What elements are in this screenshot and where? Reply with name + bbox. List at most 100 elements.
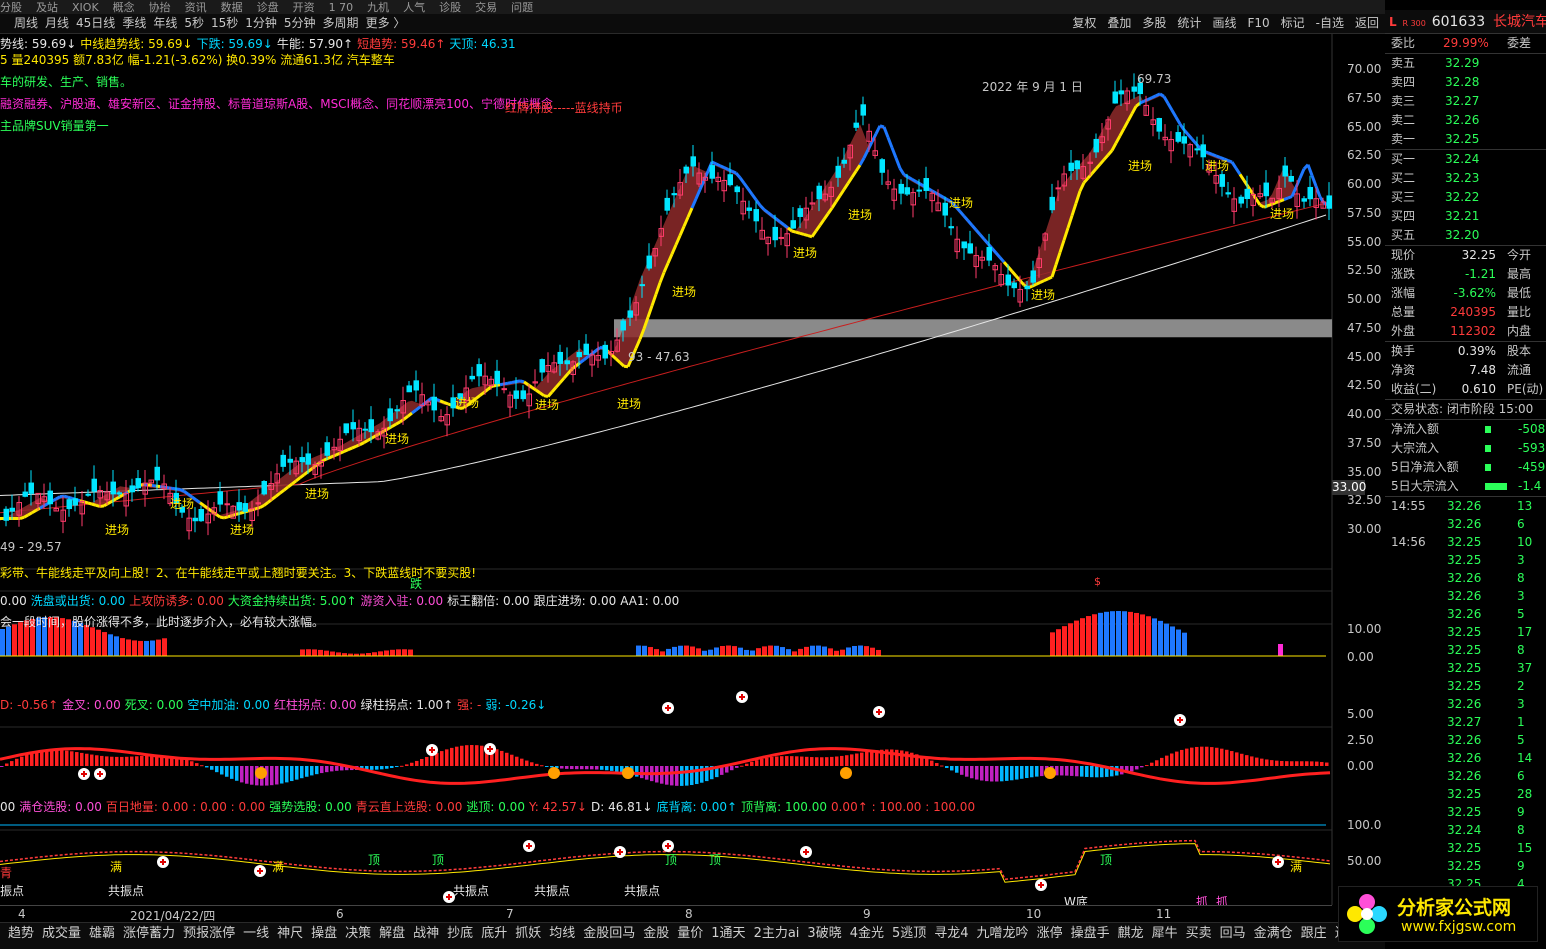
top-menu-item[interactable]: 及站 — [36, 1, 58, 14]
period-tab[interactable]: 年线 — [153, 14, 177, 33]
formula-tab[interactable]: 4金光 — [850, 923, 884, 945]
top-menu-item[interactable]: 协抬 — [149, 1, 171, 14]
formula-tab[interactable]: 涨停蓄力 — [123, 923, 175, 945]
period-tab[interactable]: 季线 — [122, 14, 146, 33]
tool-button[interactable]: 多股 — [1142, 14, 1166, 33]
formula-tab[interactable]: 回马 — [1220, 923, 1246, 945]
price-axis-label: 45.00 — [1347, 349, 1382, 364]
candle-body — [790, 220, 796, 229]
date-axis-label: 6 — [336, 907, 344, 921]
formula-tab[interactable]: 神尺 — [277, 923, 303, 945]
period-tab[interactable]: 5秒 — [184, 14, 204, 33]
macd-bar — [505, 752, 509, 766]
candle-body — [406, 385, 412, 393]
tool-button[interactable]: 画线 — [1212, 14, 1236, 33]
formula-tab[interactable]: 寻龙4 — [934, 923, 968, 945]
top-menu-item[interactable]: 数据 — [221, 1, 243, 14]
period-tab[interactable]: 更多 〉 — [366, 14, 406, 33]
tool-button[interactable]: -自选 — [1316, 14, 1344, 33]
watermark-url: www.fxjgsw.com — [1401, 919, 1517, 935]
formula-tab[interactable]: 一线 — [243, 923, 269, 945]
volume-signal-bar — [1110, 611, 1115, 656]
period-tab[interactable]: 5分钟 — [284, 14, 316, 33]
trend-line-segment — [519, 379, 525, 384]
formula-tab[interactable]: 2主力ai — [754, 923, 800, 945]
volume-signal-bar — [1050, 632, 1055, 656]
formula-tab[interactable]: 1通天 — [711, 923, 745, 945]
top-menu-item[interactable]: 问题 — [511, 1, 533, 14]
trend-line-segment — [335, 451, 341, 457]
tool-button[interactable]: 标记 — [1281, 14, 1305, 33]
top-menu-item[interactable]: 人气 — [403, 1, 425, 14]
top-menu-item[interactable]: 诊股 — [439, 1, 461, 14]
formula-tab[interactable]: 犀牛 — [1152, 923, 1178, 945]
top-menu-item[interactable]: 资讯 — [185, 1, 207, 14]
formula-tab[interactable]: 涨停 — [1037, 923, 1063, 945]
formula-tab[interactable]: 九噌龙吟 — [977, 923, 1029, 945]
formula-tab[interactable]: 解盘 — [379, 923, 405, 945]
top-menu-item[interactable]: 分股 — [0, 1, 22, 14]
hold-tip: 红牌持股-----蓝线持币 — [505, 101, 623, 115]
macd-bar — [1035, 766, 1039, 777]
tool-button[interactable]: 叠加 — [1107, 14, 1131, 33]
top-menu-item[interactable]: 1 70 — [329, 1, 354, 14]
macd-bar — [1170, 753, 1174, 766]
formula-tab[interactable]: 买卖 — [1186, 923, 1212, 945]
candle-body — [135, 478, 141, 489]
period-tab[interactable]: 15秒 — [211, 14, 238, 33]
formula-tab[interactable]: 5逃顶 — [892, 923, 926, 945]
top-menu-item[interactable]: 交易 — [475, 1, 497, 14]
top-menu-item[interactable]: 开资 — [293, 1, 315, 14]
trend-line-segment — [87, 501, 93, 506]
formula-tab[interactable]: 操盘手 — [1071, 923, 1110, 945]
formula-tab[interactable]: 决策 — [345, 923, 371, 945]
quote2-label2: PE(动) — [1507, 382, 1544, 396]
tick-row: 32.25 15 — [1385, 839, 1546, 857]
price-axis-label: 30.00 — [1347, 522, 1382, 536]
macd-bar — [1150, 762, 1154, 766]
formula-tab[interactable]: 均线 — [549, 923, 575, 945]
top-menu-item[interactable]: 概念 — [113, 1, 135, 14]
formula-tab[interactable]: 雄霸 — [89, 923, 115, 945]
indicator-value: AA1: 0.00 — [620, 594, 680, 608]
period-tab[interactable]: 45日线 — [76, 14, 115, 33]
period-tab[interactable]: 月线 — [45, 14, 69, 33]
formula-tab[interactable]: 操盘 — [311, 923, 337, 945]
weibi-value: 29.99% — [1443, 36, 1489, 50]
period-tab[interactable]: 1分钟 — [245, 14, 277, 33]
formula-tab[interactable]: 金股回马 — [583, 923, 635, 945]
top-menu-item[interactable]: 九机 — [367, 1, 389, 14]
tool-button[interactable]: 返回 — [1355, 14, 1379, 33]
trend-line-segment — [1234, 167, 1242, 176]
formula-tab[interactable]: 量价 — [677, 923, 703, 945]
formula-tab[interactable]: 趋势 — [8, 923, 34, 945]
tool-button[interactable]: 复权 — [1072, 14, 1096, 33]
candle-body — [198, 509, 204, 522]
formula-tab[interactable]: 麒龙 — [1118, 923, 1144, 945]
period-tab[interactable]: 周线 — [14, 14, 38, 33]
formula-tab[interactable]: 金股 — [643, 923, 669, 945]
formula-tab[interactable]: 跟庄 — [1301, 923, 1327, 945]
tool-button[interactable]: F10 — [1247, 14, 1269, 33]
tick-price: 32.25 — [1447, 787, 1482, 801]
stock-name[interactable]: 长城汽车 — [1493, 14, 1546, 30]
formula-tab[interactable]: 战神 — [413, 923, 439, 945]
gongzhen-label-2: 共振点 — [453, 884, 490, 898]
trend-line-segment — [746, 187, 754, 196]
kline-chart[interactable]: 进场进场进场进场 进场 进场进场进场进场进场进场进场 进场进场进场进场 — [0, 34, 1385, 906]
formula-tab[interactable]: 抄底 — [447, 923, 473, 945]
candle-body — [1200, 144, 1206, 158]
top-menu-item[interactable]: XIOK — [72, 1, 99, 14]
formula-tab[interactable]: 3破晓 — [807, 923, 841, 945]
top-menu-item[interactable]: 诊盘 — [257, 1, 279, 14]
period-tab[interactable]: 多周期 — [323, 14, 359, 33]
tool-button[interactable]: 统计 — [1177, 14, 1201, 33]
tick-row: 32.25 28 — [1385, 785, 1546, 803]
formula-tab[interactable]: 预报涨停 — [183, 923, 235, 945]
candle-body — [1011, 282, 1017, 289]
weibi-label: 委比 — [1391, 36, 1416, 50]
formula-tab[interactable]: 金满仓 — [1254, 923, 1293, 945]
formula-tab[interactable]: 底升 — [481, 923, 507, 945]
formula-tab[interactable]: 成交量 — [42, 923, 81, 945]
formula-tab[interactable]: 抓妖 — [515, 923, 541, 945]
